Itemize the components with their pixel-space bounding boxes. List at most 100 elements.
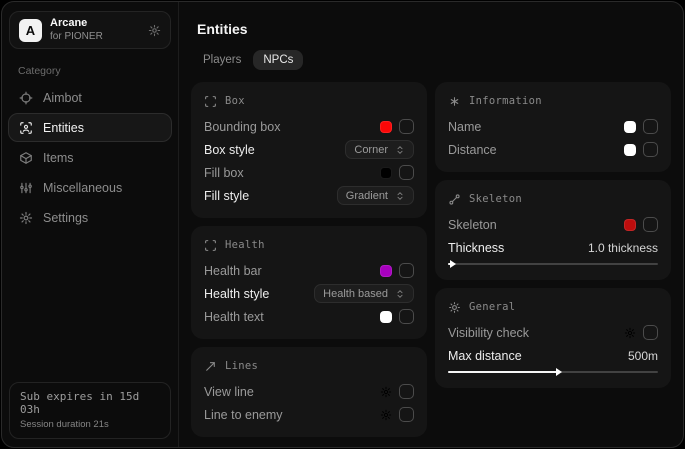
max-distance-value: 500m bbox=[628, 349, 658, 363]
entities-icon bbox=[19, 121, 33, 135]
box-style-dropdown[interactable]: Corner bbox=[345, 140, 414, 159]
app-logo-letter: A bbox=[26, 23, 35, 38]
visibility-check-gear-icon[interactable] bbox=[624, 327, 636, 339]
bounding-box-color-swatch[interactable] bbox=[380, 121, 392, 133]
sidebar-item-label: Items bbox=[43, 151, 74, 165]
health-bar-color-swatch[interactable] bbox=[380, 265, 392, 277]
view-line-checkbox[interactable] bbox=[399, 384, 414, 399]
row-skeleton: Skeleton bbox=[448, 213, 658, 236]
sidebar-item-aimbot[interactable]: Aimbot bbox=[8, 83, 172, 112]
fill-style-dropdown[interactable]: Gradient bbox=[337, 186, 414, 205]
row-visibility-check: Visibility check bbox=[448, 321, 658, 344]
app-name: Arcane bbox=[50, 17, 103, 31]
max-distance-slider[interactable] bbox=[448, 368, 658, 377]
line-to-enemy-gear-icon[interactable] bbox=[380, 409, 392, 421]
bounding-box-checkbox[interactable] bbox=[399, 119, 414, 134]
card-header: Health bbox=[204, 236, 414, 254]
row-controls bbox=[624, 217, 658, 232]
row-controls bbox=[380, 384, 414, 399]
card-title: General bbox=[469, 301, 515, 313]
card-title: Box bbox=[225, 95, 245, 107]
skeleton-color-swatch[interactable] bbox=[624, 219, 636, 231]
skeleton-checkbox[interactable] bbox=[643, 217, 658, 232]
settings-icon bbox=[19, 211, 33, 225]
tab-players[interactable]: Players bbox=[193, 50, 251, 70]
row-label: Health style bbox=[204, 287, 269, 301]
dropdown-value: Gradient bbox=[346, 190, 388, 202]
thickness-value: 1.0 thickness bbox=[588, 241, 658, 255]
card-title: Lines bbox=[225, 360, 258, 372]
health-bar-checkbox[interactable] bbox=[399, 263, 414, 278]
chevrons-up-down-icon bbox=[395, 289, 405, 299]
slider-track bbox=[448, 263, 658, 265]
name-checkbox[interactable] bbox=[643, 119, 658, 134]
row-controls: Health based bbox=[314, 284, 414, 303]
row-label: Thickness bbox=[448, 241, 504, 255]
brand-text: Arcane for PIONER bbox=[50, 17, 103, 43]
left-column: BoxBounding boxBox styleCornerFill boxFi… bbox=[191, 82, 427, 437]
right-column: InformationNameDistance Skeleton Skeleton T… bbox=[435, 82, 671, 388]
row-controls bbox=[380, 309, 414, 324]
fill-box-color-swatch[interactable] bbox=[380, 167, 392, 179]
card-skeleton: Skeleton Skeleton Thickness 1.0 thickness bbox=[435, 180, 671, 280]
row-health-text: Health text bbox=[204, 305, 414, 328]
row-label: Skeleton bbox=[448, 218, 497, 232]
sidebar-item-entities[interactable]: Entities bbox=[8, 113, 172, 142]
tab-bar: PlayersNPCs bbox=[193, 50, 671, 70]
general-card-icon bbox=[448, 301, 461, 314]
row-thickness: Thickness 1.0 thickness bbox=[448, 236, 658, 259]
health-text-color-swatch[interactable] bbox=[380, 311, 392, 323]
slider-handle[interactable] bbox=[450, 260, 456, 268]
row-controls bbox=[624, 142, 658, 157]
distance-checkbox[interactable] bbox=[643, 142, 658, 157]
row-controls: 500m bbox=[628, 349, 658, 363]
row-label: Fill box bbox=[204, 166, 244, 180]
card-information: InformationNameDistance bbox=[435, 82, 671, 172]
row-label: View line bbox=[204, 385, 254, 399]
brand-settings-gear-icon[interactable] bbox=[148, 24, 161, 37]
name-color-swatch[interactable] bbox=[624, 121, 636, 133]
sidebar-item-label: Entities bbox=[43, 121, 84, 135]
dropdown-value: Health based bbox=[323, 288, 388, 300]
app-subtitle: for PIONER bbox=[50, 31, 103, 44]
thickness-slider[interactable] bbox=[448, 260, 658, 269]
app-logo: A bbox=[19, 19, 42, 42]
row-label: Fill style bbox=[204, 189, 249, 203]
health-style-dropdown[interactable]: Health based bbox=[314, 284, 414, 303]
health-card-icon bbox=[204, 239, 217, 252]
row-controls bbox=[624, 325, 658, 340]
tab-npcs[interactable]: NPCs bbox=[253, 50, 303, 70]
sidebar-item-label: Aimbot bbox=[43, 91, 82, 105]
session-duration-text: Session duration 21s bbox=[20, 419, 160, 430]
sidebar-item-items[interactable]: Items bbox=[8, 143, 172, 172]
card-title: Skeleton bbox=[469, 193, 522, 205]
brand-card: A Arcane for PIONER bbox=[9, 11, 171, 49]
chevrons-up-down-icon bbox=[395, 145, 405, 155]
card-header: Information bbox=[448, 92, 658, 110]
row-label: Health bar bbox=[204, 264, 262, 278]
row-box-style: Box style Corner bbox=[204, 138, 414, 161]
visibility-check-checkbox[interactable] bbox=[643, 325, 658, 340]
box-card-icon bbox=[204, 95, 217, 108]
aimbot-icon bbox=[19, 91, 33, 105]
line-to-enemy-checkbox[interactable] bbox=[399, 407, 414, 422]
row-label: Box style bbox=[204, 143, 255, 157]
sidebar-nav: Aimbot Entities Items MiscellaneousSettings bbox=[7, 83, 173, 232]
fill-box-checkbox[interactable] bbox=[399, 165, 414, 180]
slider-handle[interactable] bbox=[556, 368, 562, 376]
view-line-gear-icon[interactable] bbox=[380, 386, 392, 398]
distance-color-swatch[interactable] bbox=[624, 144, 636, 156]
row-line-to-enemy: Line to enemy bbox=[204, 403, 414, 426]
card-header: Box bbox=[204, 92, 414, 110]
card-box: BoxBounding boxBox styleCornerFill boxFi… bbox=[191, 82, 427, 218]
card-title: Information bbox=[469, 95, 542, 107]
row-fill-box: Fill box bbox=[204, 161, 414, 184]
sidebar-item-miscellaneous[interactable]: Miscellaneous bbox=[8, 173, 172, 202]
row-label: Max distance bbox=[448, 349, 522, 363]
sidebar-item-settings[interactable]: Settings bbox=[8, 203, 172, 232]
card-title: Health bbox=[225, 239, 265, 251]
card-header: Lines bbox=[204, 357, 414, 375]
health-text-checkbox[interactable] bbox=[399, 309, 414, 324]
row-fill-style: Fill style Gradient bbox=[204, 184, 414, 207]
sidebar: A Arcane for PIONER Category AimbotEntit… bbox=[2, 2, 179, 447]
